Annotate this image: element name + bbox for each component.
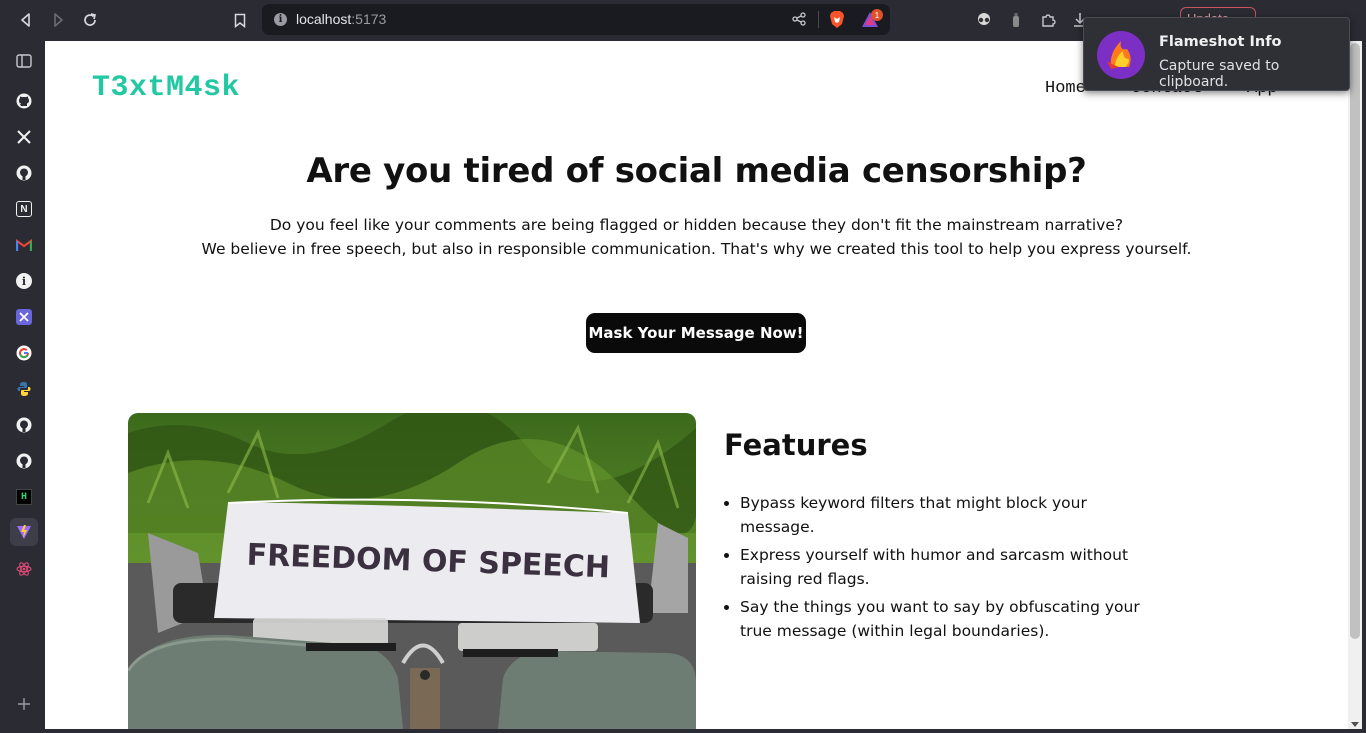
sidebar-item-gmail[interactable] <box>10 231 38 259</box>
notion-glyph: N <box>20 203 28 215</box>
url-host: localhost <box>296 11 352 27</box>
scroll-thumb[interactable] <box>1350 43 1360 639</box>
github-icon <box>16 165 32 181</box>
flameshot-icon <box>1097 31 1145 79</box>
excalidraw-icon <box>16 309 32 325</box>
back-button[interactable] <box>14 8 38 32</box>
bookmark-button[interactable] <box>228 8 252 32</box>
forward-button[interactable] <box>46 8 70 32</box>
sidebar-item-python[interactable] <box>10 375 38 403</box>
url-port: :5173 <box>351 11 387 27</box>
add-panel-icon <box>18 698 30 710</box>
freedom-of-speech-photo: FREEDOM OF SPEECH <box>128 413 696 729</box>
share-icon[interactable] <box>790 10 808 28</box>
python-icon <box>17 382 31 396</box>
sidebar-item-github[interactable] <box>10 87 38 115</box>
sidebar-item-notion[interactable]: N <box>10 195 38 223</box>
sidebar-toggle-button[interactable] <box>10 47 38 75</box>
page-scrollbar[interactable] <box>1348 41 1362 729</box>
notification-title: Flameshot Info <box>1159 34 1282 50</box>
sidebar-add-button[interactable] <box>10 690 38 718</box>
features-title: Features <box>724 428 868 462</box>
sidebar-item-google[interactable] <box>10 339 38 367</box>
hero-title: Are you tired of social media censorship… <box>306 151 1087 191</box>
reload-icon <box>84 13 97 26</box>
hackernoon-glyph: H <box>20 491 27 503</box>
sidebar-panel-icon <box>16 54 32 68</box>
hero-subtitle-line-2: We believe in free speech, but also in r… <box>201 240 1192 258</box>
page-viewport: T3xtM4sk Home Contact App Are you tired … <box>45 41 1348 729</box>
window-edge-bottom <box>45 729 1366 733</box>
flameshot-notification[interactable]: Flameshot Info Capture saved to clipboar… <box>1083 17 1350 91</box>
gmail-icon <box>16 239 32 251</box>
x-twitter-icon <box>17 130 31 144</box>
forward-arrow-icon <box>54 13 63 27</box>
extension-glasses-icon[interactable] <box>974 10 994 30</box>
google-icon <box>16 345 32 361</box>
github-icon <box>16 417 32 433</box>
window-edge-right <box>1362 41 1366 733</box>
site-logo[interactable]: T3xtM4sk <box>92 71 240 105</box>
feature-item-3: Say the things you want to say by obfusc… <box>740 595 1150 643</box>
sidebar-item-github-3[interactable] <box>10 411 38 439</box>
bookmark-icon <box>234 13 246 28</box>
brave-shields-icon[interactable] <box>828 10 846 29</box>
browser-sidebar: N i H <box>0 40 45 733</box>
sidebar-item-react[interactable] <box>10 555 38 583</box>
reload-button[interactable] <box>78 8 102 32</box>
sidebar-item-github-2[interactable] <box>10 159 38 187</box>
github-icon <box>16 453 32 469</box>
feature-item-1: Bypass keyword filters that might block … <box>740 491 1150 539</box>
url-text[interactable]: localhost:5173 <box>296 11 386 27</box>
vite-icon <box>17 525 31 539</box>
info-icon: i <box>16 273 32 289</box>
site-info-icon[interactable]: i <box>274 13 287 26</box>
react-icon <box>16 562 32 576</box>
rewards-badge: 1 <box>871 9 883 21</box>
hero-subtitle-line-1: Do you feel like your comments are being… <box>269 216 1124 234</box>
sidebar-item-github-4[interactable] <box>10 447 38 475</box>
url-divider <box>818 11 819 28</box>
sidebar-item-x[interactable] <box>10 123 38 151</box>
address-bar[interactable]: i localhost:5173 1 <box>262 4 890 35</box>
sidebar-item-hackernoon[interactable]: H <box>10 483 38 511</box>
features-list: Bypass keyword filters that might block … <box>740 491 1150 647</box>
sidebar-item-info[interactable]: i <box>10 267 38 295</box>
hackernoon-icon: H <box>16 489 32 505</box>
nav-home[interactable]: Home <box>1045 79 1086 98</box>
extensions-puzzle-icon[interactable] <box>1038 10 1058 30</box>
notion-icon: N <box>16 201 32 217</box>
back-arrow-icon <box>21 13 30 27</box>
sidebar-item-vite[interactable] <box>10 518 38 546</box>
scroll-down-arrow-icon[interactable] <box>1351 722 1359 727</box>
feature-item-2: Express yourself with humor and sarcasm … <box>740 543 1150 591</box>
mask-message-button[interactable]: Mask Your Message Now! <box>586 313 806 353</box>
notification-body: Capture saved to clipboard. <box>1159 58 1280 90</box>
extension-bottle-icon[interactable] <box>1006 10 1026 30</box>
sidebar-item-excalidraw[interactable] <box>10 303 38 331</box>
github-icon <box>16 93 32 109</box>
